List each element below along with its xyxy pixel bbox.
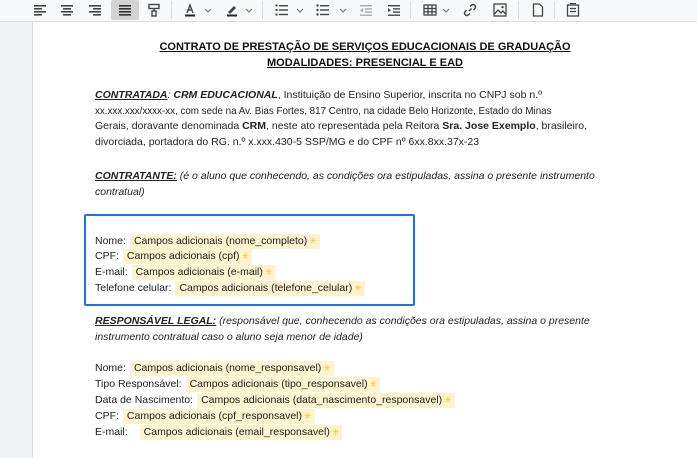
contratada-label: CONTRATADA: [95, 89, 168, 101]
contratada-line3c: , brasileiro,: [535, 120, 588, 133]
field-label: E-mail:: [95, 426, 128, 438]
field-label: CPF:: [95, 250, 119, 262]
asterisk-icon: ✳: [304, 411, 312, 421]
contratada-line4: divorciada, portadora do RG. n.º x.xxx.4…: [95, 135, 480, 148]
contratante-note-line2: contratual): [95, 185, 145, 198]
contratada-line1: , Instituição de Ensino Superior, inscri…: [277, 89, 542, 101]
format-paint-icon[interactable]: [144, 0, 164, 20]
field-row-nome-responsavel: Nome: Campos adicionais (nome_responsave…: [95, 361, 334, 376]
placeholder-chip[interactable]: Campos adicionais (nome_completo) ✳: [129, 234, 320, 249]
field-label: E-mail:: [95, 266, 128, 278]
placeholder-chip[interactable]: Campos adicionais (telefone_celular) ✳: [175, 281, 365, 296]
field-label: Nome:: [95, 235, 126, 247]
field-row-cpf-responsavel: CPF: Campos adicionais (cpf_responsavel)…: [95, 409, 315, 424]
contratante-paragraph: CONTRATANTE: (é o aluno que conhecendo, …: [95, 169, 635, 200]
placeholder-chip[interactable]: Campos adicionais (e-mail) ✳: [131, 265, 276, 280]
align-right-icon[interactable]: [85, 0, 105, 20]
contratada-paragraph: CONTRATADA: CRM EDUCACIONAL, Instituição…: [95, 88, 635, 150]
asterisk-icon: ✳: [354, 283, 362, 293]
toolbar-divider: [410, 1, 411, 19]
align-center-icon[interactable]: [57, 0, 77, 20]
asterisk-icon: ✳: [444, 395, 452, 405]
align-justify-icon[interactable]: [111, 0, 139, 20]
asterisk-icon: ✳: [369, 379, 378, 389]
image-icon[interactable]: [490, 0, 510, 20]
placeholder-chip[interactable]: Campos adicionais (data_nascimento_respo…: [197, 393, 455, 408]
contratada-line3b: , neste ato representada pela Reitora: [266, 120, 443, 133]
indent-icon[interactable]: [384, 0, 404, 20]
contratada-line3a: Gerais, doravante denominada: [95, 120, 243, 133]
responsavel-label: RESPONSÁVEL LEGAL:: [95, 315, 217, 327]
field-row-data-nascimento: Data de Nascimento: Campos adicionais (d…: [95, 393, 455, 408]
link-icon[interactable]: [460, 0, 480, 20]
chevron-down-icon[interactable]: [204, 3, 212, 15]
reitora-name: Sra. Jose Exemplo: [442, 120, 536, 133]
asterisk-icon: ✳: [264, 267, 273, 277]
field-label: Data de Nascimento:: [95, 394, 194, 406]
contratante-label: CONTRATANTE:: [95, 170, 177, 182]
placeholder-chip[interactable]: Campos adicionais (email_responsavel) ✳: [139, 425, 343, 440]
page-icon[interactable]: [528, 0, 548, 20]
field-label: Tipo Responsável:: [95, 378, 182, 390]
highlight-color-icon[interactable]: [222, 0, 242, 20]
field-row-email-responsavel: E-mail: Campos adicionais (email_respons…: [95, 425, 343, 440]
placeholder-chip[interactable]: Campos adicionais (cpf_responsavel) ✳: [122, 409, 315, 424]
responsavel-paragraph: RESPONSÁVEL LEGAL: (responsável que, con…: [95, 314, 635, 345]
asterisk-icon: ✳: [241, 251, 250, 261]
text-color-icon[interactable]: [180, 0, 200, 20]
contratante-note-line1: (é o aluno que conhecendo, as condições …: [176, 170, 595, 182]
toolbar-divider: [518, 1, 519, 19]
chevron-down-icon[interactable]: [442, 3, 450, 15]
numbered-list-icon[interactable]: [272, 0, 292, 20]
editor-toolbar: [0, 0, 697, 22]
asterisk-icon: ✳: [309, 236, 317, 246]
field-row-nome: Nome: Campos adicionais (nome_completo) ✳: [95, 234, 320, 249]
placeholder-chip[interactable]: Campos adicionais (tipo_responsavel) ✳: [185, 377, 381, 392]
responsavel-note-line2: instrumento contratual caso o aluno seja…: [95, 330, 363, 343]
document-title-line1: CONTRATO DE PRESTAÇÃO DE SERVIÇOS EDUCAC…: [159, 41, 571, 53]
placeholder-chip[interactable]: Campos adicionais (nome_responsavel) ✳: [129, 361, 334, 376]
toolbar-divider: [554, 1, 555, 19]
placeholder-chip[interactable]: Campos adicionais (cpf) ✳: [122, 249, 253, 264]
chevron-down-icon[interactable]: [339, 3, 347, 15]
toolbar-divider: [171, 1, 172, 19]
chevron-down-icon[interactable]: [296, 3, 304, 15]
asterisk-icon: ✳: [323, 363, 331, 373]
table-icon[interactable]: [420, 0, 440, 20]
field-label: Nome:: [95, 362, 126, 374]
contratada-line: CONTRATADA: CRM EDUCACIONAL, Instituição…: [95, 89, 542, 101]
chevron-down-icon[interactable]: [245, 3, 253, 15]
document-title-line2: MODALIDADES: PRESENCIAL E EAD: [267, 57, 463, 69]
bulleted-list-icon[interactable]: [313, 0, 333, 20]
responsavel-note-line1: (responsável que, conhecendo as condiçõe…: [216, 315, 590, 327]
asterisk-icon: ✳: [331, 427, 340, 437]
template-icon[interactable]: [563, 0, 583, 20]
crm-bold: CRM: [242, 120, 267, 133]
field-row-cpf: CPF: Campos adicionais (cpf) ✳: [95, 249, 253, 264]
toolbar-divider: [262, 1, 263, 19]
field-label: Telefone celular:: [95, 282, 172, 294]
field-label: CPF:: [95, 410, 119, 422]
contratada-name: CRM EDUCACIONAL: [173, 89, 278, 101]
contratada-line: Gerais, doravante denominada CRM, neste …: [95, 119, 635, 135]
field-row-telefone: Telefone celular: Campos adicionais (tel…: [95, 281, 365, 296]
field-row-email: E-mail: Campos adicionais (e-mail) ✳: [95, 265, 276, 280]
left-margin-rail: [0, 22, 32, 458]
field-row-tipo-responsavel: Tipo Responsável: Campos adicionais (tip…: [95, 377, 381, 392]
contratada-line2: xx.xxx.xxx/xxxx-xx, com sede na Av. Bias…: [95, 105, 552, 117]
align-left-icon[interactable]: [30, 0, 50, 20]
outdent-icon[interactable]: [356, 0, 376, 20]
